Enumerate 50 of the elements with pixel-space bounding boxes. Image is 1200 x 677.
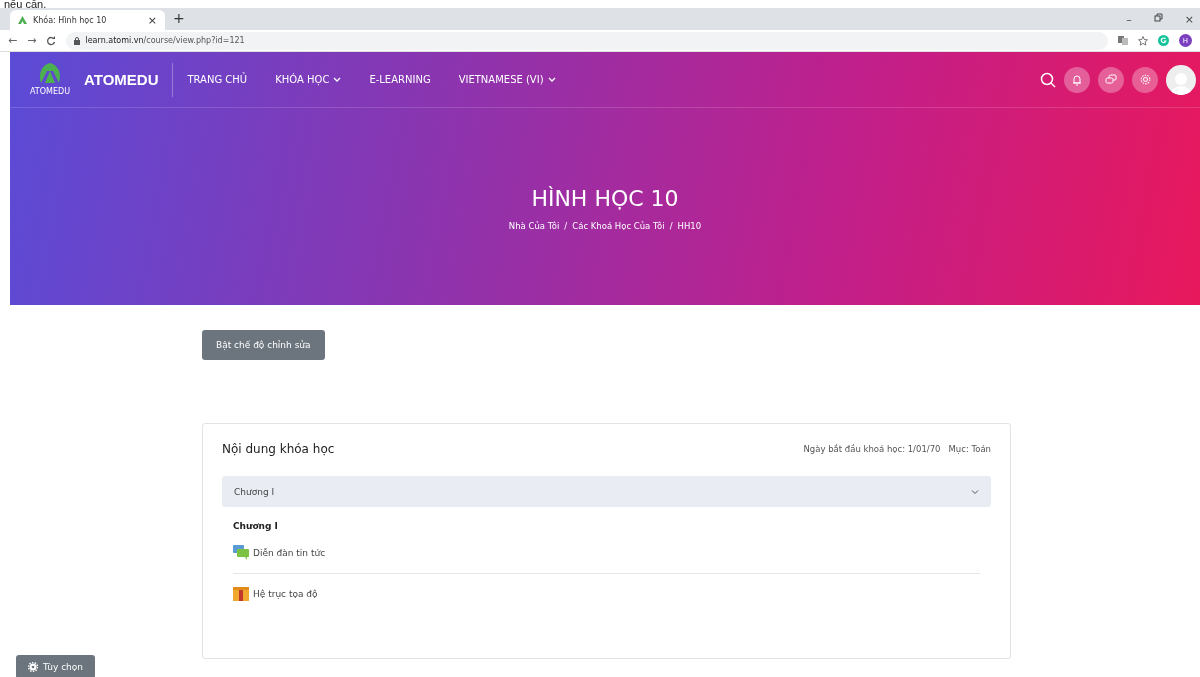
user-silhouette-icon [1170, 70, 1192, 95]
tab-close-button[interactable]: × [147, 13, 157, 27]
search-icon[interactable] [1040, 71, 1056, 88]
card-title: Nội dung khóa học [222, 442, 335, 456]
nav-link[interactable]: KHÓA HỌC [275, 74, 342, 85]
translate-icon[interactable] [1118, 36, 1128, 45]
edit-mode-button[interactable]: Bật chế độ chỉnh sửa [202, 330, 325, 360]
section-name: Chương I [233, 521, 279, 531]
breadcrumb-separator: / [669, 221, 673, 231]
nav-link[interactable]: TRANG CHỦ [187, 74, 248, 85]
logo-icon [38, 63, 62, 85]
box-icon [233, 587, 249, 601]
avatar-button[interactable] [1166, 64, 1196, 95]
nav-link[interactable]: E-LEARNING [369, 74, 431, 85]
nav-link[interactable]: VIETNAMESE (VI) [458, 74, 556, 85]
settings-icon [28, 662, 38, 672]
logo-icon [18, 16, 27, 24]
notifications-button[interactable] [1064, 66, 1090, 93]
address-bar[interactable]: learn.atomi.vn/course/view.php?id=121 [66, 31, 1108, 50]
section-header[interactable]: Chương I [222, 476, 991, 507]
breadcrumb-separator: / [564, 221, 568, 231]
logo-caption: ATOMEDU [30, 87, 70, 96]
settings-icon [1138, 73, 1152, 86]
browser-tab[interactable]: Khóa: Hình học 10 × [10, 10, 165, 30]
reload-icon[interactable] [46, 35, 57, 46]
star-icon[interactable] [1138, 35, 1148, 46]
options-button[interactable]: Tùy chọn [16, 655, 96, 677]
forward-button[interactable]: → [27, 34, 37, 47]
minimize-button[interactable]: – [1126, 12, 1132, 26]
chat-icon [1105, 73, 1117, 86]
brand-name[interactable]: ATOMEDU [84, 62, 174, 97]
chat-bubbles-icon [233, 545, 249, 560]
restore-icon[interactable] [1153, 12, 1163, 22]
lock-icon [74, 36, 81, 45]
close-button[interactable]: × [1184, 12, 1194, 26]
start-date: Ngày bắt đầu khoá học: 1/01/70 [803, 444, 941, 454]
breadcrumb-link[interactable]: Nhà Của Tôi [508, 221, 560, 231]
category: Mục: Toán [948, 444, 991, 454]
extension-icon[interactable] [1158, 35, 1169, 46]
messages-button[interactable] [1098, 66, 1124, 93]
settings-button[interactable] [1132, 66, 1158, 93]
course-title: HÌNH HỌC 10 [531, 186, 679, 211]
activity-link[interactable]: Diễn đàn tin tức [233, 531, 980, 573]
breadcrumb-link[interactable]: HH10 [677, 221, 702, 231]
activity-link[interactable]: Hệ trục tọa độ [233, 573, 980, 614]
caption-text: nếu cần. [3, 0, 48, 8]
back-button[interactable]: ← [8, 34, 18, 47]
new-tab-button[interactable]: + [173, 10, 185, 26]
bell-icon [1071, 73, 1083, 86]
breadcrumb-link[interactable]: Các Khoá Học Của Tôi [572, 221, 665, 231]
